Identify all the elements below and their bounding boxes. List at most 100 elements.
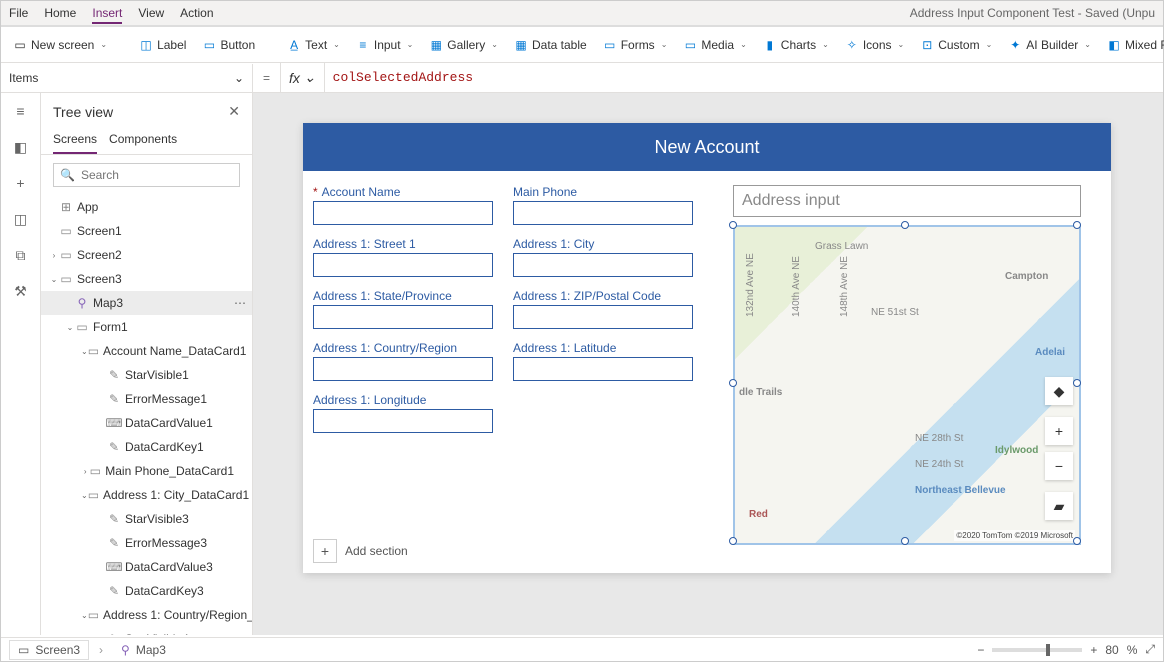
charts-button[interactable]: ▮Charts⌄	[763, 38, 829, 52]
more-icon[interactable]: ⋯	[234, 296, 246, 310]
tree-item[interactable]: ⌄▭Address 1: City_DataCard1⋯	[41, 483, 252, 507]
text-button[interactable]: A̲Text⌄	[287, 38, 340, 52]
formula-input[interactable]: colSelectedAddress	[325, 70, 1163, 85]
chevron-icon[interactable]: ⌄	[49, 275, 59, 284]
data-tool-icon[interactable]: ◫	[11, 209, 31, 229]
tree-item[interactable]: ✎StarVisible3⋯	[41, 507, 252, 531]
menu-file[interactable]: File	[9, 6, 28, 20]
map-label: 132nd Ave NE	[745, 253, 756, 317]
field-input[interactable]	[513, 305, 693, 329]
mixed-reality-button[interactable]: ◧Mixed Reality⌄	[1107, 38, 1164, 52]
tree-item[interactable]: ✎DataCardKey3⋯	[41, 579, 252, 603]
zoom-out-button[interactable]: −	[977, 643, 984, 657]
address-input[interactable]: Address input	[733, 185, 1081, 217]
locate-icon[interactable]: ◆	[1045, 377, 1073, 405]
property-select[interactable]: Items⌄	[1, 64, 253, 92]
menu-view[interactable]: View	[138, 6, 164, 20]
zoom-in-icon[interactable]: +	[1045, 417, 1073, 445]
settings-tool-icon[interactable]: ⚒	[11, 281, 31, 301]
item-icon: ▭	[88, 488, 99, 502]
input-button[interactable]: ≡Input⌄	[356, 38, 413, 52]
tree-item[interactable]: ⌄▭Account Name_DataCard1⋯	[41, 339, 252, 363]
chevron-icon[interactable]: ›	[49, 251, 59, 260]
field-input[interactable]	[313, 357, 493, 381]
selection-handle[interactable]	[901, 221, 909, 229]
chevron-icon[interactable]: ›	[81, 467, 89, 476]
canvas-area[interactable]: New Account *Account NameAddress 1: Stre…	[253, 93, 1163, 635]
custom-button[interactable]: ⊡Custom⌄	[920, 38, 992, 52]
chevron-icon[interactable]: ⌄	[81, 491, 88, 500]
menu-home[interactable]: Home	[44, 6, 76, 20]
tree-tool-icon[interactable]: ≡	[11, 101, 31, 121]
tree-item[interactable]: ✎ErrorMessage3⋯	[41, 531, 252, 555]
close-icon[interactable]: ✕	[228, 103, 240, 120]
tree-item[interactable]: ⌄▭Address 1: Country/Region_DataCard⋯	[41, 603, 252, 627]
fit-icon[interactable]: ⤢	[1145, 642, 1155, 657]
media-button[interactable]: ▭Media⌄	[683, 38, 746, 52]
tree-item[interactable]: ›▭Main Phone_DataCard1⋯	[41, 459, 252, 483]
field-input[interactable]	[313, 305, 493, 329]
media-tool-icon[interactable]: ⧉	[11, 245, 31, 265]
tree-item[interactable]: ⊞App⋯	[41, 195, 252, 219]
selection-handle[interactable]	[1073, 537, 1081, 545]
tree-search[interactable]: 🔍	[53, 163, 240, 187]
map-label: NE 51st St	[871, 307, 919, 318]
field-input[interactable]	[513, 357, 693, 381]
breadcrumb-screen[interactable]: ▭Screen3	[9, 640, 89, 660]
button-button[interactable]: ▭Button	[202, 38, 255, 52]
zoom-out-icon[interactable]: −	[1045, 452, 1073, 480]
tree-item[interactable]: ⌨DataCardValue3⋯	[41, 555, 252, 579]
statusbar: ▭Screen3 › ⚲Map3 − + 80 % ⤢	[1, 637, 1163, 661]
side-toolbar: ≡ ◧ + ◫ ⧉ ⚒	[1, 93, 41, 635]
tree-item[interactable]: ✎DataCardKey1⋯	[41, 435, 252, 459]
field-input[interactable]	[313, 409, 493, 433]
selection-handle[interactable]	[1073, 379, 1081, 387]
field-input[interactable]	[313, 201, 493, 225]
layers-icon[interactable]: ◧	[11, 137, 31, 157]
chevron-icon[interactable]: ⌄	[81, 347, 88, 356]
tree-item[interactable]: ✎StarVisible1⋯	[41, 363, 252, 387]
chevron-icon[interactable]: ⌄	[81, 611, 88, 620]
menu-action[interactable]: Action	[180, 6, 213, 20]
map-control[interactable]: ◆ + − ▰ ©2020 TomTom ©2019 Microsoft Gra…	[733, 225, 1081, 545]
add-section-button[interactable]: + Add section	[313, 539, 408, 563]
icons-button[interactable]: ✧Icons⌄	[845, 38, 904, 52]
field-input[interactable]	[513, 201, 693, 225]
chevron-icon[interactable]: ⌄	[65, 323, 75, 332]
tab-components[interactable]: Components	[109, 126, 177, 154]
ai-builder-button[interactable]: ✦AI Builder⌄	[1008, 38, 1091, 52]
item-icon: ▭	[59, 272, 73, 286]
selection-handle[interactable]	[1073, 221, 1081, 229]
forms-button[interactable]: ▭Forms⌄	[603, 38, 668, 52]
form-title: New Account	[303, 123, 1111, 171]
breadcrumb-control[interactable]: ⚲Map3	[113, 641, 174, 659]
new-screen-button[interactable]: ▭New screen⌄	[13, 38, 107, 52]
selection-handle[interactable]	[729, 221, 737, 229]
insert-tool-icon[interactable]: +	[11, 173, 31, 193]
tree-item[interactable]: ⌄▭Screen3⋯	[41, 267, 252, 291]
tab-screens[interactable]: Screens	[53, 126, 97, 154]
fx-label[interactable]: fx⌄	[280, 63, 325, 92]
tree-item[interactable]: ▭Screen1⋯	[41, 219, 252, 243]
selection-handle[interactable]	[729, 379, 737, 387]
label-button[interactable]: ◫Label	[139, 38, 186, 52]
zoom-slider[interactable]	[992, 648, 1082, 652]
field-input[interactable]	[313, 253, 493, 277]
tree-item[interactable]: ⌄▭Form1⋯	[41, 315, 252, 339]
tree-list[interactable]: ⊞App⋯▭Screen1⋯›▭Screen2⋯⌄▭Screen3⋯⚲Map3⋯…	[41, 195, 252, 635]
field-input[interactable]	[513, 253, 693, 277]
tree-item[interactable]: ✎ErrorMessage1⋯	[41, 387, 252, 411]
pitch-icon[interactable]: ▰	[1045, 492, 1073, 520]
tree-item[interactable]: ✎StarVisible4⋯	[41, 627, 252, 635]
datatable-button[interactable]: ▦Data table	[514, 38, 587, 52]
tree-search-input[interactable]	[81, 168, 236, 182]
zoom-in-button[interactable]: +	[1090, 643, 1097, 657]
gallery-button[interactable]: ▦Gallery⌄	[429, 38, 498, 52]
tree-item[interactable]: ⌨DataCardValue1⋯	[41, 411, 252, 435]
selection-handle[interactable]	[729, 537, 737, 545]
tree-item[interactable]: ›▭Screen2⋯	[41, 243, 252, 267]
field-label: Address 1: Longitude	[313, 393, 493, 407]
menu-insert[interactable]: Insert	[92, 6, 122, 24]
tree-item[interactable]: ⚲Map3⋯	[41, 291, 252, 315]
selection-handle[interactable]	[901, 537, 909, 545]
